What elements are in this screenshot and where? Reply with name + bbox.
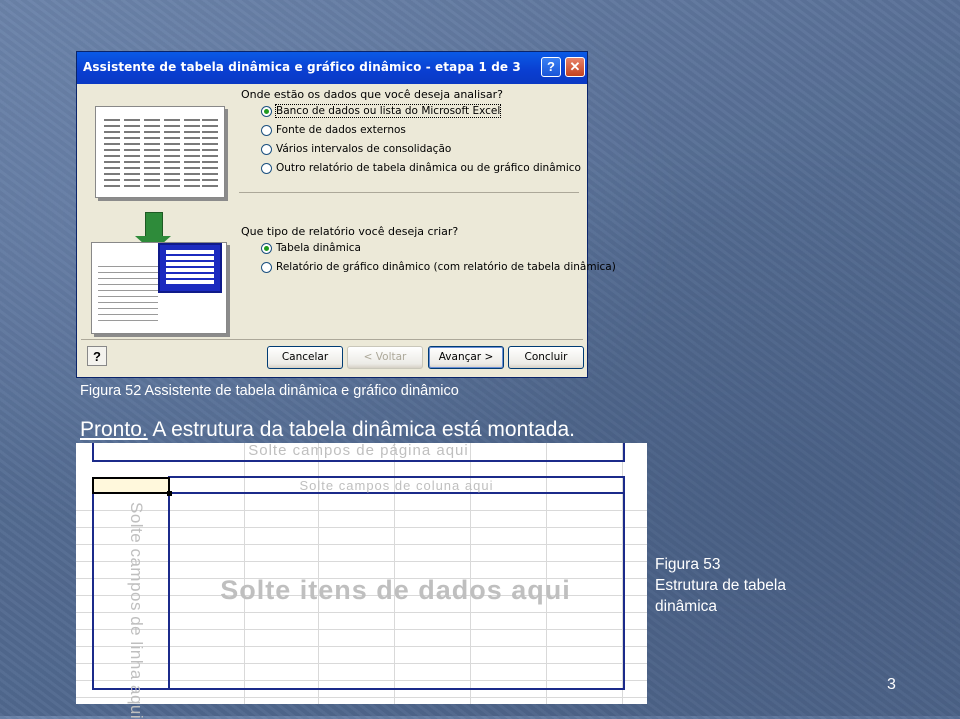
pivot-layout-sheet: Solte campos de página aqui Solte campos…	[76, 443, 647, 719]
ready-text: A estrutura da tabela dinâmica está mont…	[147, 418, 575, 441]
caption-line: Estrutura de tabela	[655, 577, 786, 594]
radio-label: Tabela dinâmica	[276, 242, 361, 254]
data-source-question: Onde estão os dados que você deseja anal…	[241, 88, 503, 101]
caption-line: dinâmica	[655, 598, 718, 615]
wizard-illustration	[89, 100, 229, 340]
finish-button[interactable]: Concluir	[508, 346, 584, 369]
source-sheet-illustration	[95, 106, 225, 198]
caption-line: Figura 53	[655, 556, 721, 573]
radio-selected-icon[interactable]	[261, 106, 272, 117]
report-type-question: Que tipo de relatório você deseja criar?	[241, 225, 459, 238]
radio-label: Vários intervalos de consolidação	[276, 143, 452, 155]
radio-label: Outro relatório de tabela dinâmica ou de…	[276, 162, 581, 174]
dialog-title: Assistente de tabela dinâmica e gráfico …	[83, 60, 521, 74]
row-zone-label: Solte campos de linha aqui	[127, 502, 146, 719]
page-fields-drop-zone[interactable]: Solte campos de página aqui	[92, 443, 625, 462]
row-fields-drop-zone[interactable]: Solte campos de linha aqui	[92, 492, 170, 719]
selected-cell[interactable]	[92, 477, 172, 496]
cancel-button[interactable]: Cancelar	[267, 346, 343, 369]
pivot-sheet-illustration	[91, 242, 227, 334]
radio-icon[interactable]	[261, 262, 272, 273]
titlebar-help-button[interactable]: ?	[541, 57, 561, 77]
page-number: 3	[887, 676, 896, 693]
figure-52-caption: Figura 52 Assistente de tabela dinâmica …	[80, 383, 459, 399]
radio-label: Banco de dados ou lista do Microsoft Exc…	[274, 104, 502, 118]
data-items-drop-zone[interactable]: Solte itens de dados aqui	[168, 492, 625, 690]
radio-icon[interactable]	[261, 163, 272, 174]
section-divider	[239, 192, 579, 193]
footer-divider	[81, 339, 583, 340]
radio-icon[interactable]	[261, 144, 272, 155]
next-button[interactable]: Avançar >	[428, 346, 504, 369]
ready-statement: Pronto. A estrutura da tabela dinâmica e…	[80, 418, 575, 442]
dialog-titlebar: Assistente de tabela dinâmica e gráfico …	[77, 52, 587, 84]
titlebar-close-button[interactable]: ✕	[565, 57, 585, 77]
radio-icon[interactable]	[261, 125, 272, 136]
ready-link[interactable]: Pronto.	[80, 418, 148, 441]
radio-label: Fonte de dados externos	[276, 124, 406, 136]
help-button[interactable]: ?	[87, 346, 107, 366]
slide: Assistente de tabela dinâmica e gráfico …	[0, 0, 960, 719]
pivot-wizard-dialog: Assistente de tabela dinâmica e gráfico …	[76, 51, 616, 378]
radio-selected-icon[interactable]	[261, 243, 272, 254]
radio-label: Relatório de gráfico dinâmico (com relat…	[276, 261, 616, 273]
figure-53-caption: Figura 53 Estrutura de tabela dinâmica	[655, 554, 786, 617]
back-button[interactable]: < Voltar	[347, 346, 423, 369]
